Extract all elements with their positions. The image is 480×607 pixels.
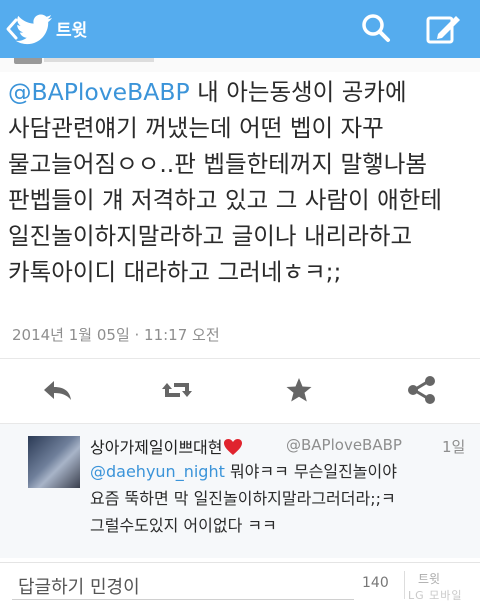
tweet-timestamp: 2014년 1월 05일 · 11:17 오전 (12, 326, 220, 344)
tweet-mention-link[interactable]: @BAPloveBABP (8, 78, 190, 106)
twitter-bird-icon[interactable] (14, 13, 54, 45)
avatar (14, 58, 42, 64)
tweet-body: 내 아는동생이 공카에 사담관련얘기 꺼냈는데 어떤 벱이 자꾸 물고늘어짐ㅇㅇ… (8, 78, 442, 286)
divider (404, 571, 405, 599)
heart-icon (224, 439, 243, 455)
page-title: 트윗 (56, 21, 88, 41)
reply-input[interactable]: 답글하기 민경이 (18, 573, 140, 599)
reply-mention-link[interactable]: @daehyun_night (90, 462, 225, 481)
compose-icon[interactable] (424, 10, 464, 46)
retweet-icon[interactable] (160, 375, 194, 405)
reply-author-name: 상아가제일이쁘대현 (90, 434, 243, 458)
input-underline (12, 599, 354, 600)
reply-tweet[interactable]: 상아가제일이쁘대현 @BAPloveBABP 1일 @daehyun_night… (0, 424, 480, 558)
tweet-action-bar (0, 358, 480, 424)
reply-text: @daehyun_night 뭐야ㅋㅋ 무슨일진놀이야 요즘 뚝하면 막 일진놀… (90, 458, 470, 539)
avatar[interactable] (28, 436, 80, 488)
search-icon[interactable] (358, 10, 394, 46)
reply-composer: 답글하기 민경이 140 트윗 LG 모바일 (0, 562, 480, 607)
divider (44, 58, 154, 62)
tweet-text: @BAPloveBABP 내 아는동생이 공카에 사담관련얘기 꺼냈는데 어떤 … (8, 74, 476, 290)
reply-author-name-text: 상아가제일이쁘대현 (90, 438, 223, 457)
reply-age: 1일 (442, 438, 466, 456)
reply-icon[interactable] (40, 375, 74, 405)
reply-author-handle[interactable]: @BAPloveBABP (286, 436, 402, 454)
device-watermark: LG 모바일 (408, 589, 463, 602)
previous-item-strip (0, 58, 480, 72)
top-app-bar: 트윗 (0, 0, 480, 58)
char-counter: 140 (362, 575, 389, 591)
share-icon[interactable] (404, 375, 438, 405)
tweet-send-button[interactable]: 트윗 (418, 573, 440, 586)
star-icon[interactable] (282, 375, 316, 405)
